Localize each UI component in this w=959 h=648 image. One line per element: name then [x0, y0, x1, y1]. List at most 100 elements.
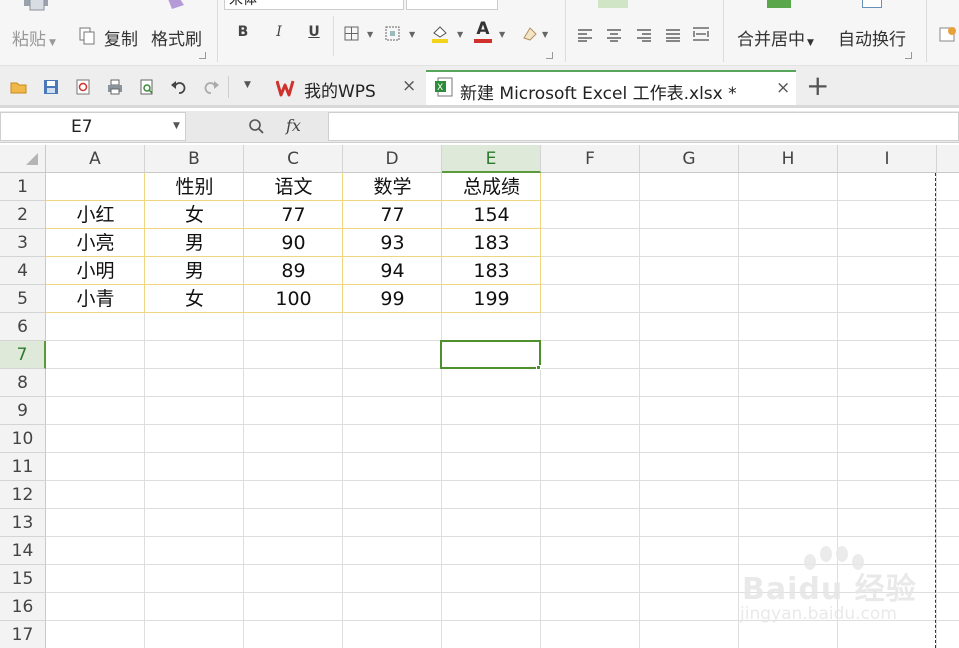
justify-icon[interactable]	[665, 27, 681, 46]
alignment-launcher-icon[interactable]	[905, 52, 912, 59]
row-header-5[interactable]: 5	[0, 285, 46, 313]
fill-color-icon[interactable]	[430, 23, 450, 47]
row-header-10[interactable]: 10	[0, 425, 46, 453]
cell-b4[interactable]: 男	[145, 257, 244, 285]
chevron-down-icon[interactable]: ▼	[173, 121, 180, 131]
font-name-box[interactable]: 宋体	[224, 0, 404, 10]
cell-e1[interactable]: 总成绩	[442, 173, 541, 201]
insert-function-button[interactable]: fx	[286, 116, 301, 135]
row-header-14[interactable]: 14	[0, 537, 46, 565]
cell-e4[interactable]: 183	[442, 257, 541, 285]
column-header-g[interactable]: G	[640, 145, 739, 173]
column-header-b[interactable]: B	[145, 145, 244, 173]
new-tab-button[interactable]: +	[806, 69, 829, 102]
row-header-17[interactable]: 17	[0, 621, 46, 648]
clipboard-launcher-icon[interactable]	[199, 52, 206, 59]
chevron-down-icon[interactable]: ▼	[542, 30, 548, 39]
distributed-align-icon[interactable]	[692, 26, 710, 46]
cell-c4[interactable]: 89	[244, 257, 343, 285]
row-header-4[interactable]: 4	[0, 257, 46, 285]
open-folder-icon[interactable]	[10, 78, 28, 96]
close-icon[interactable]: ×	[402, 76, 416, 96]
cell-b5[interactable]: 女	[145, 285, 244, 313]
copy-button[interactable]: 复制	[104, 25, 138, 50]
zoom-icon[interactable]	[248, 118, 264, 134]
cell-c2[interactable]: 77	[244, 201, 343, 229]
selected-cell-e7[interactable]	[440, 340, 541, 369]
row-header-12[interactable]: 12	[0, 481, 46, 509]
chevron-down-icon[interactable]: ▼	[409, 30, 415, 39]
align-right-icon[interactable]	[636, 27, 652, 46]
row-header-15[interactable]: 15	[0, 565, 46, 593]
column-header-h[interactable]: H	[739, 145, 838, 173]
font-color-icon[interactable]: A	[474, 21, 492, 43]
save-icon[interactable]	[42, 78, 60, 96]
row-header-13[interactable]: 13	[0, 509, 46, 537]
cell-b1[interactable]: 性别	[145, 173, 244, 201]
cell-b2[interactable]: 女	[145, 201, 244, 229]
cell-a2[interactable]: 小红	[46, 201, 145, 229]
merge-center-button[interactable]: 合并居中 ▼	[737, 25, 814, 50]
align-left-icon[interactable]	[577, 27, 593, 46]
column-header-e[interactable]: E	[442, 145, 541, 173]
clear-format-icon[interactable]	[521, 25, 539, 47]
row-header-9[interactable]: 9	[0, 397, 46, 425]
column-header-f[interactable]: F	[541, 145, 640, 173]
cell-a5[interactable]: 小青	[46, 285, 145, 313]
number-format-icon[interactable]	[939, 25, 959, 47]
cell-e3[interactable]: 183	[442, 229, 541, 257]
cell-c5[interactable]: 100	[244, 285, 343, 313]
print-preview-icon[interactable]	[138, 78, 156, 96]
cell-a3[interactable]: 小亮	[46, 229, 145, 257]
copy-icon[interactable]	[79, 27, 95, 49]
column-header-d[interactable]: D	[343, 145, 442, 173]
font-launcher-icon[interactable]	[546, 52, 553, 59]
tab-my-wps[interactable]: 我的WPS ×	[268, 70, 425, 105]
row-header-16[interactable]: 16	[0, 593, 46, 621]
quick-access-dropdown-icon[interactable]: ▼	[244, 80, 251, 90]
print-icon[interactable]	[106, 78, 124, 96]
row-header-3[interactable]: 3	[0, 229, 46, 257]
chevron-down-icon[interactable]: ▼	[499, 30, 505, 39]
column-header-c[interactable]: C	[244, 145, 343, 173]
italic-button[interactable]: I	[269, 24, 289, 40]
cell-b3[interactable]: 男	[145, 229, 244, 257]
paste-button[interactable]: 粘贴 ▼	[12, 25, 56, 50]
align-center-icon[interactable]	[606, 27, 622, 46]
select-all-corner[interactable]	[0, 145, 46, 173]
cell-c3[interactable]: 90	[244, 229, 343, 257]
chevron-down-icon[interactable]: ▼	[457, 30, 463, 39]
border-icon[interactable]	[344, 26, 360, 46]
cell-d5[interactable]: 99	[343, 285, 442, 313]
tab-excel-workbook[interactable]: X 新建 Microsoft Excel 工作表.xlsx * ×	[426, 70, 796, 105]
cell-e2[interactable]: 154	[442, 201, 541, 229]
wrap-text-button[interactable]: 自动换行	[838, 25, 906, 50]
row-header-1[interactable]: 1	[0, 173, 46, 201]
format-painter-button[interactable]: 格式刷	[151, 25, 202, 50]
row-header-8[interactable]: 8	[0, 369, 46, 397]
column-header-a[interactable]: A	[46, 145, 145, 173]
row-header-11[interactable]: 11	[0, 453, 46, 481]
cell-e5[interactable]: 199	[442, 285, 541, 313]
font-size-box[interactable]	[406, 0, 498, 10]
undo-icon[interactable]	[170, 78, 188, 96]
column-header-partial[interactable]	[937, 145, 959, 173]
cell-style-icon[interactable]	[385, 26, 401, 46]
cell-d2[interactable]: 77	[343, 201, 442, 229]
cell-d4[interactable]: 94	[343, 257, 442, 285]
redo-icon[interactable]	[202, 78, 220, 96]
formula-input[interactable]	[328, 112, 959, 141]
chevron-down-icon[interactable]: ▼	[367, 30, 373, 39]
row-header-7[interactable]: 7	[0, 341, 46, 369]
underline-button[interactable]: U	[304, 24, 324, 40]
cell-a4[interactable]: 小明	[46, 257, 145, 285]
close-icon[interactable]: ×	[776, 78, 790, 98]
paste-icon[interactable]	[22, 0, 52, 14]
row-header-6[interactable]: 6	[0, 313, 46, 341]
cell-d1[interactable]: 数学	[343, 173, 442, 201]
bold-button[interactable]: B	[233, 24, 253, 40]
cell-c1[interactable]: 语文	[244, 173, 343, 201]
export-pdf-icon[interactable]	[74, 78, 92, 96]
column-header-i[interactable]: I	[838, 145, 937, 173]
name-box[interactable]: E7 ▼	[0, 112, 186, 141]
